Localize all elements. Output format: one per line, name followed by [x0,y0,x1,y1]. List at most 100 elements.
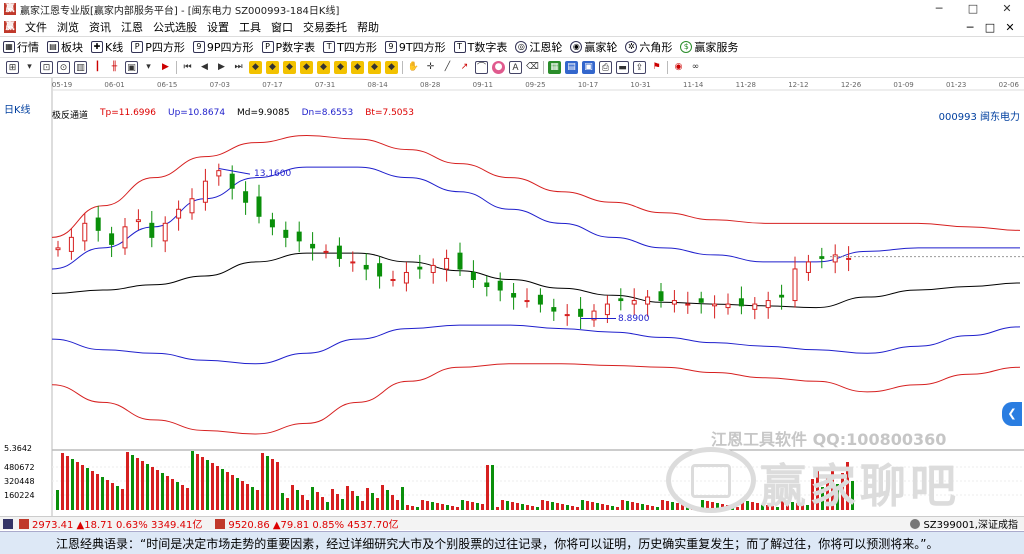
candle-icon[interactable]: ┃ [91,61,104,74]
indicator-dropdown-icon[interactable]: ▾ [142,61,155,74]
candle-body [336,245,342,259]
data-window-icon[interactable]: ▤ [565,61,578,74]
index-code-text: SZ399001,深证成指 [923,520,1018,531]
mdi-close-button[interactable]: ✕ [1000,21,1020,34]
volume-bar [231,475,234,510]
candle-body [470,271,476,280]
x-tick-label: 08-28 [420,81,440,89]
first-icon[interactable]: ⏮ [181,61,194,74]
winner-wheel-button[interactable]: ◉ 赢家轮 [567,37,620,58]
gann-tool-1-icon[interactable]: ◆ [249,61,262,74]
candle-body [95,217,101,231]
volume-bar [206,460,209,510]
volume-bar [126,452,129,510]
next-icon[interactable]: ▶ [215,61,228,74]
volume-bar [426,501,429,510]
candle-body [377,263,383,277]
period-label: 日K线 [4,105,31,116]
circle-tool-icon[interactable]: ● [492,61,505,74]
quotes-button[interactable]: ▦ 行情 [0,37,42,58]
menu-app-icon[interactable]: 赢 [4,21,16,33]
menu-trade[interactable]: 交易委托 [298,18,352,37]
sz-index-group[interactable]: 9520.86 ▲79.81 0.85% 4537.70亿 [212,516,399,531]
gann-tool-9-icon[interactable]: ◆ [385,61,398,74]
menu-file[interactable]: 文件 [20,18,52,37]
x-tick-label: 07-31 [315,81,335,89]
volume-bar [656,507,659,510]
arrow-tool-icon[interactable]: ↗ [458,61,471,74]
menu-gann[interactable]: 江恩 [116,18,148,37]
volume-bar [676,503,679,510]
candle-body [430,264,436,273]
crosshair-icon[interactable]: ✛ [424,61,437,74]
gann-wheel-button[interactable]: ◎ 江恩轮 [512,37,565,58]
9p-square-button[interactable]: 9 9P四方形 [190,37,257,58]
gann-tool-4-icon[interactable]: ◆ [300,61,313,74]
menu-formula-screen[interactable]: 公式选股 [148,18,202,37]
bar-chart-icon[interactable]: ▥ [74,61,87,74]
gann-tool-7-icon[interactable]: ◆ [351,61,364,74]
candle-body [363,264,369,270]
close-button[interactable]: ✕ [990,0,1024,18]
kline-button[interactable]: ✚ K线 [88,37,126,58]
stock-identifier: 000993 闽东电力 [938,112,1020,123]
hexagon-button[interactable]: ✲ 六角形 [622,37,675,58]
menu-help[interactable]: 帮助 [352,18,384,37]
text-tool-icon[interactable]: A [509,61,522,74]
volume-bar [541,500,544,510]
save-icon[interactable]: ▬ [616,61,629,74]
t-square-button[interactable]: T T四方形 [320,37,380,58]
sector-button[interactable]: ▤ 板块 [44,37,86,58]
candle-body [792,268,798,302]
table-icon[interactable]: ▦ [548,61,561,74]
eraser-icon[interactable]: ⌫ [526,61,539,74]
gann-fan-icon[interactable]: ⌒ [475,61,488,74]
volume-bar [606,505,609,510]
print-icon[interactable]: ⎙ [599,61,612,74]
winner-service-button[interactable]: $ 赢家服务 [677,37,741,58]
mdi-minimize-button[interactable]: ─ [960,21,980,34]
color-wheel-icon[interactable]: ◉ [672,61,685,74]
gann-tool-8-icon[interactable]: ◆ [368,61,381,74]
last-icon[interactable]: ⏭ [232,61,245,74]
line-tool-icon[interactable]: ╱ [441,61,454,74]
ohlc-icon[interactable]: ╫ [108,61,121,74]
dn-value: Dn=8.6553 [301,108,354,118]
side-panel-toggle-button[interactable]: ❮ [1002,402,1022,426]
menu-info[interactable]: 资讯 [84,18,116,37]
maximize-button[interactable]: □ [956,0,990,18]
menu-window[interactable]: 窗口 [266,18,298,37]
menu-browse[interactable]: 浏览 [52,18,84,37]
flag-icon[interactable]: ▶ [159,61,172,74]
hand-icon[interactable]: ✋ [407,61,420,74]
alert-icon[interactable]: ⚑ [650,61,663,74]
t-number-table-button[interactable]: T T数字表 [451,37,511,58]
gann-tool-5-icon[interactable]: ◆ [317,61,330,74]
quote-text: 江恩经典语录：“时间是决定市场走势的重要因素，经过详细研究大市及个别股票的过往记… [56,536,939,551]
candle-body [149,222,155,238]
x-tick-label: 07-03 [210,81,230,89]
mdi-restore-button[interactable]: □ [980,21,1000,34]
export-icon[interactable]: ⇪ [633,61,646,74]
gann-tool-2-icon[interactable]: ◆ [266,61,279,74]
dropdown-icon[interactable]: ▾ [23,61,36,74]
prev-icon[interactable]: ◀ [198,61,211,74]
zoom-icon[interactable]: ⊡ [40,61,53,74]
infinity-icon[interactable]: ∞ [689,61,702,74]
indicator-icon[interactable]: ▣ [125,61,138,74]
9t-square-button[interactable]: 9 9T四方形 [382,37,449,58]
compare-icon[interactable]: ⊙ [57,61,70,74]
gann-tool-6-icon[interactable]: ◆ [334,61,347,74]
volume-bar [486,465,489,510]
p-number-table-button[interactable]: P P数字表 [259,37,319,58]
candle-body [564,314,570,317]
indicator-name: 极反通道 [52,111,89,121]
sh-index-group[interactable]: 2973.41 ▲18.71 0.63% 3349.41亿 [0,516,202,531]
cursor-mode-icon[interactable]: ⊞ [6,61,19,74]
gann-tool-3-icon[interactable]: ◆ [283,61,296,74]
menu-tools[interactable]: 工具 [234,18,266,37]
minimize-button[interactable]: ─ [922,0,956,18]
layout-icon[interactable]: ▣ [582,61,595,74]
p-square-button[interactable]: P P四方形 [128,37,188,58]
menu-settings[interactable]: 设置 [202,18,234,37]
